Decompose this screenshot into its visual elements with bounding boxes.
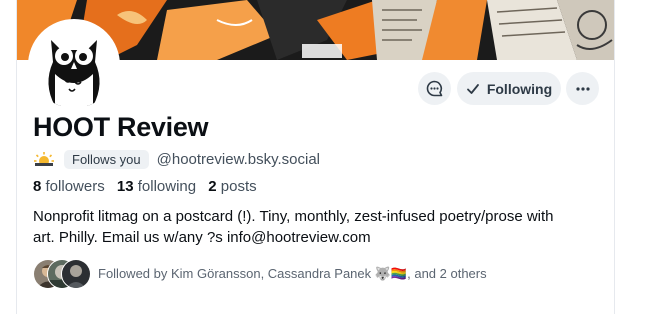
followed-by-text: Followed by Kim Göransson, Cassandra Pan… <box>98 266 487 281</box>
chat-bubble-icon <box>426 80 443 97</box>
posts-count: 2 <box>208 178 217 195</box>
profile-stats: 8 followers 13 following 2 posts <box>33 178 257 195</box>
profile-display-name: HOOT Review <box>33 112 209 142</box>
following-link[interactable]: 13 following <box>117 178 196 195</box>
following-button-label: Following <box>486 80 553 97</box>
followers-link[interactable]: 8 followers <box>33 178 105 195</box>
checkmark-icon <box>466 83 479 94</box>
followed-by-row[interactable]: Followed by Kim Göransson, Cassandra Pan… <box>33 258 487 290</box>
ellipsis-icon <box>575 86 590 91</box>
owl-icon <box>31 22 117 108</box>
followers-label: followers <box>45 178 105 195</box>
profile-handle: @hootreview.bsky.social <box>156 150 320 168</box>
profile-bio: Nonprofit litmag on a postcard (!). Tiny… <box>33 206 603 248</box>
follower-avatars <box>33 259 91 289</box>
posts-count-group: 2 posts <box>208 178 256 195</box>
following-button[interactable]: Following <box>457 72 561 105</box>
message-button[interactable] <box>418 72 451 105</box>
sun-cloud-icon <box>34 152 54 166</box>
posts-label: posts <box>220 178 257 195</box>
page-edge-right <box>614 0 615 314</box>
followers-count: 8 <box>33 178 42 195</box>
following-label: following <box>137 178 197 195</box>
following-count: 13 <box>116 178 134 195</box>
follows-you-badge: Follows you <box>64 149 149 169</box>
handle-row: Follows you @hootreview.bsky.social <box>33 149 320 169</box>
profile-avatar[interactable] <box>28 19 120 111</box>
bio-line-2: art. Philly. Email us w/any ?s info@hoot… <box>33 229 371 246</box>
avatar <box>61 259 91 289</box>
bio-line-1: Nonprofit litmag on a postcard (!). Tiny… <box>33 208 554 225</box>
more-options-button[interactable] <box>566 72 599 105</box>
